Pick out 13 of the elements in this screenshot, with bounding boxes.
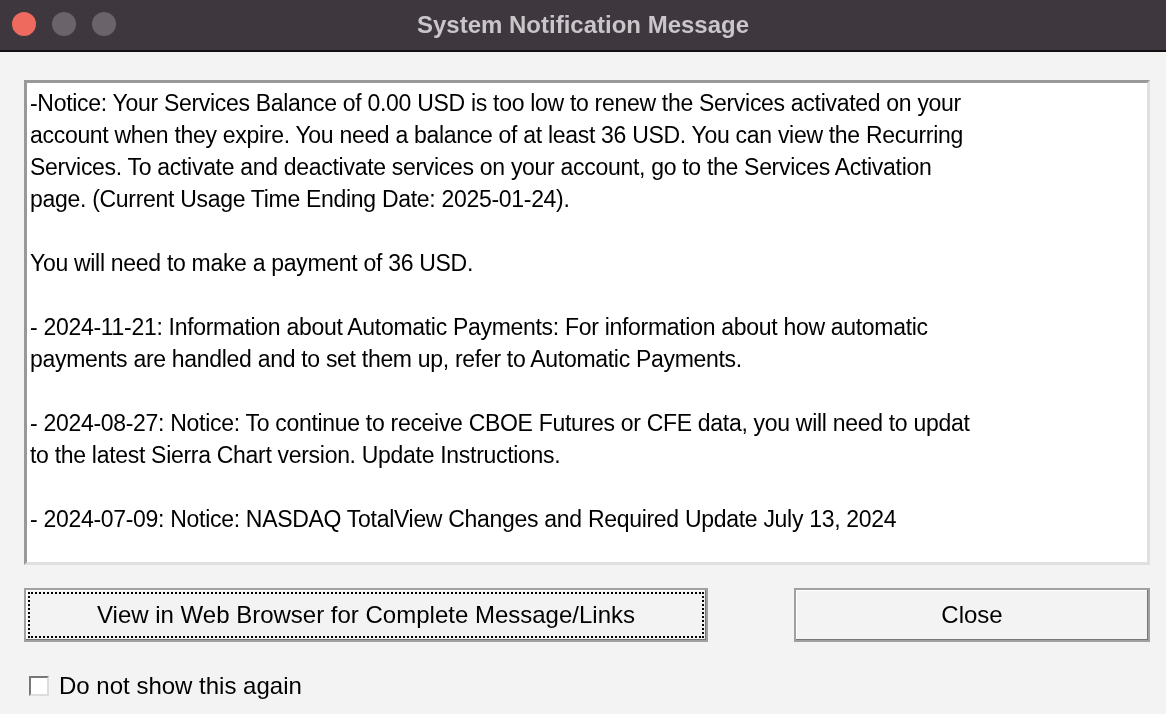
checkbox[interactable]	[29, 676, 49, 696]
message-paragraph: - 2024-08-27: Notice: To continue to receive CBOE Futures or CFE data, you will need to updat to the latest Sierra Chart version. Update Instructions.	[30, 409, 971, 470]
close-button[interactable]: Close	[794, 588, 1150, 642]
minimize-window-icon[interactable]	[52, 12, 76, 36]
checkbox-label[interactable]: Do not show this again	[59, 672, 302, 700]
window-title: System Notification Message	[416, 11, 750, 39]
message-paragraph: You will need to make a payment of 36 USD.	[30, 249, 474, 278]
zoom-window-icon[interactable]	[92, 12, 116, 36]
message-paragraph: - 2024-11-21: Information about Automatic Payments: For information about how automatic payments are handled and to set them up, refer to Automatic Payments.	[30, 313, 929, 374]
message-paragraph: - 2024-07-09: Notice: NASDAQ TotalView Changes and Required Update July 13, 2024	[30, 505, 898, 534]
close-window-icon[interactable]	[12, 12, 36, 36]
message-paragraph: -Notice: Your Services Balance of 0.00 USD is too low to renew the Services activated on your account when they expire. You need a balance of at least 36 USD. You can view the Recurring Services. To activate and deactivate services on your account, go to the Services Activation page. (Current Usage Time Ending Date: 2025-01-24).	[30, 89, 964, 214]
view-in-browser-button[interactable]: View in Web Browser for Complete Message/Links	[24, 588, 708, 642]
